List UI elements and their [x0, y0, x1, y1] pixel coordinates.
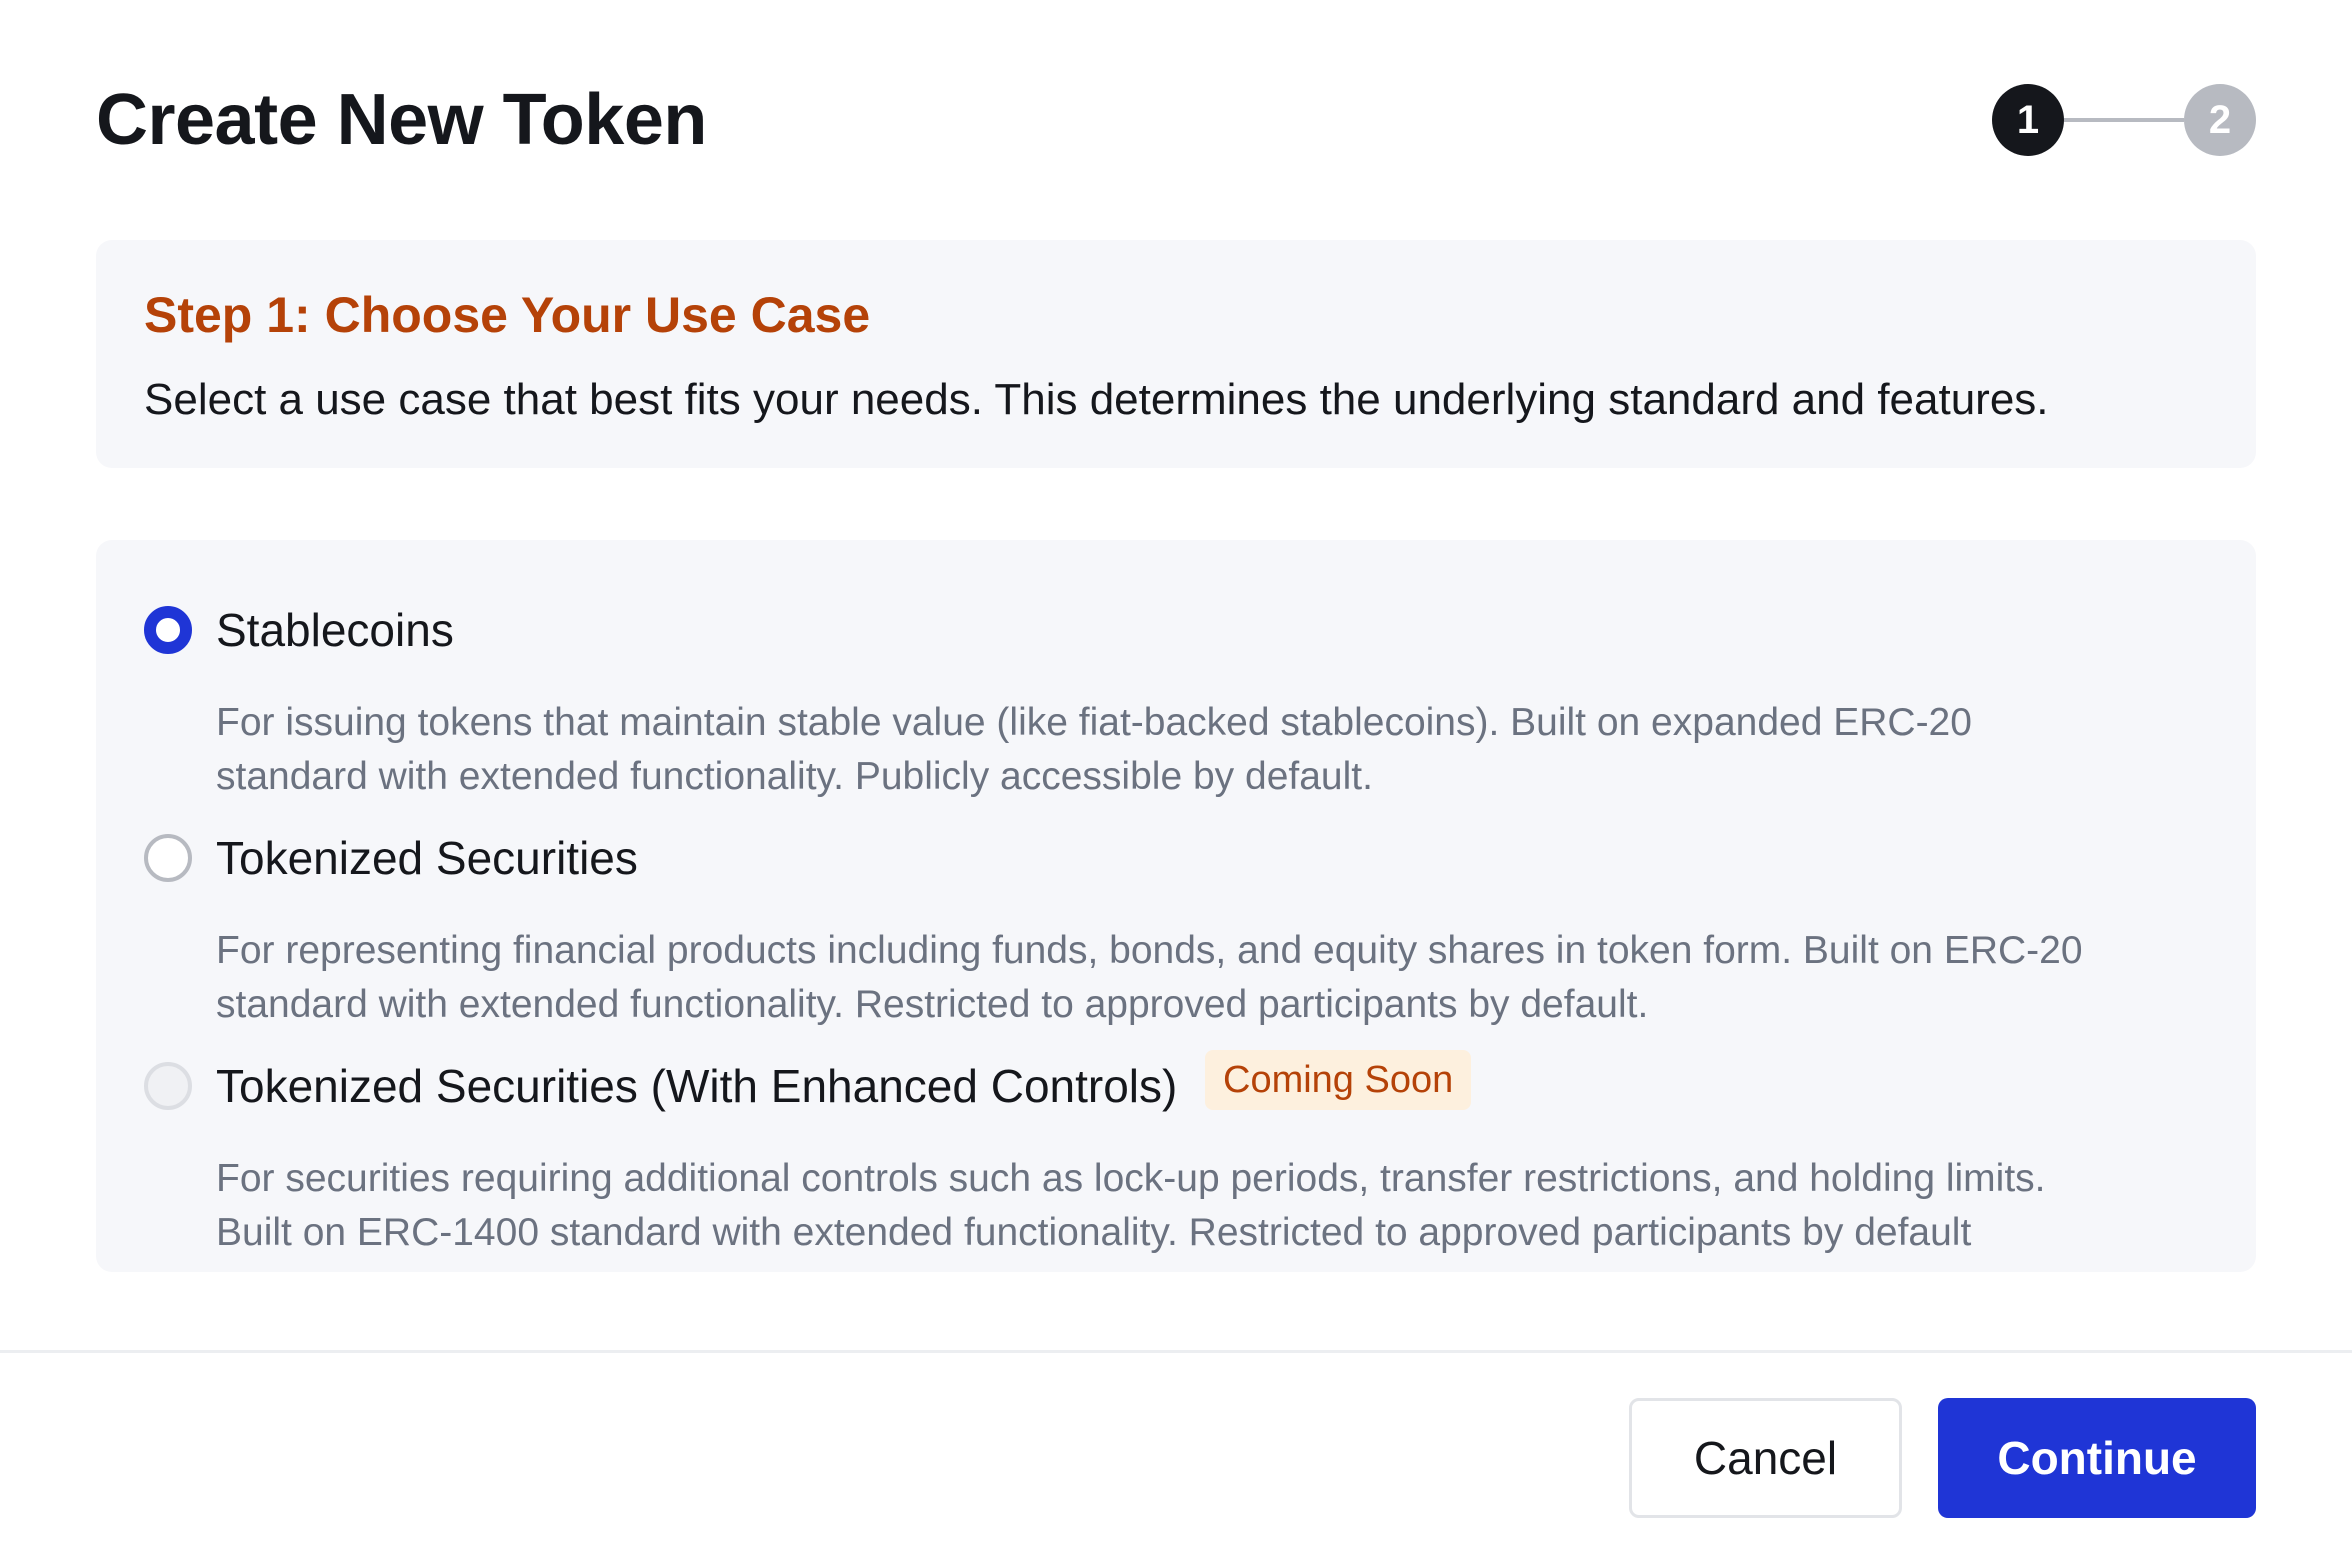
- option-description: For securities requiring additional cont…: [216, 1152, 2176, 1260]
- create-token-modal: Create New Token 1 2 Step 1: Choose Your…: [0, 0, 2352, 1566]
- radio-tokenized-securities-enhanced: [144, 1062, 192, 1110]
- radio-tokenized-securities[interactable]: [144, 834, 192, 882]
- option-description-line: standard with extended functionality. Re…: [216, 983, 1649, 1026]
- option-title[interactable]: Stablecoins: [216, 588, 454, 672]
- stepper: 1 2: [1992, 84, 2256, 156]
- radio-stablecoins[interactable]: [144, 606, 192, 654]
- option-description-line: Built on ERC-1400 standard with extended…: [216, 1211, 1972, 1254]
- modal-title: Create New Token: [96, 80, 707, 160]
- coming-soon-badge: Coming Soon: [1205, 1050, 1472, 1110]
- use-case-options: Stablecoins For issuing tokens that main…: [96, 540, 2256, 1272]
- option-description: For issuing tokens that maintain stable …: [216, 696, 2176, 804]
- option-description-line: standard with extended functionality. Pu…: [216, 755, 1373, 798]
- option-title: Tokenized Securities (With Enhanced Cont…: [216, 1060, 1178, 1112]
- step-intro-panel: Step 1: Choose Your Use Case Select a us…: [96, 240, 2256, 468]
- cancel-button[interactable]: Cancel: [1629, 1398, 1902, 1518]
- continue-button[interactable]: Continue: [1938, 1398, 2256, 1518]
- step-1-indicator: 1: [1992, 84, 2064, 156]
- option-description-line: For representing financial products incl…: [216, 929, 2083, 972]
- option-description: For representing financial products incl…: [216, 924, 2176, 1032]
- step-description: Select a use case that best fits your ne…: [144, 375, 2049, 424]
- stepper-connector: [2064, 118, 2184, 122]
- option-title[interactable]: Tokenized Securities: [216, 816, 638, 900]
- step-2-indicator: 2: [2184, 84, 2256, 156]
- option-description-line: For issuing tokens that maintain stable …: [216, 701, 1972, 744]
- step-heading: Step 1: Choose Your Use Case: [144, 287, 871, 343]
- option-description-line: For securities requiring additional cont…: [216, 1157, 2046, 1200]
- footer-divider: [0, 1350, 2352, 1353]
